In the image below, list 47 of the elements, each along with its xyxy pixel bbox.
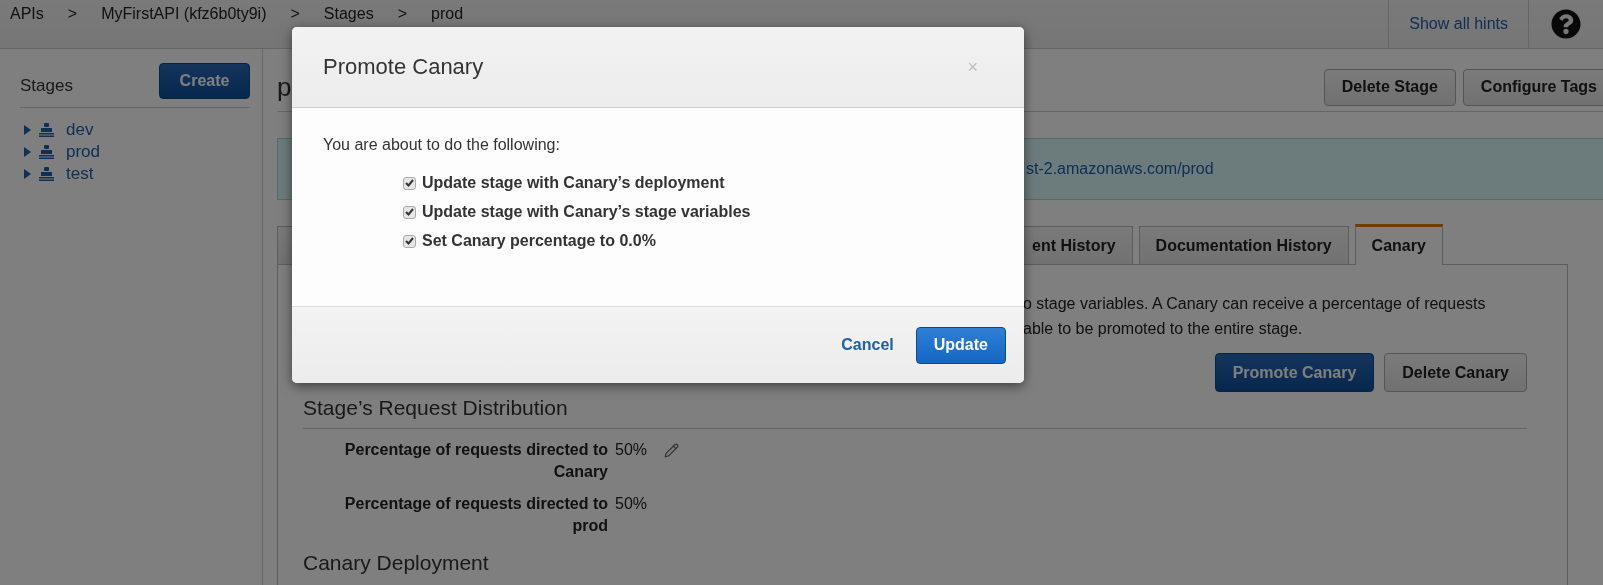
modal-title: Promote Canary	[323, 54, 484, 80]
checkbox-label: Update stage with Canary’s deployment	[422, 174, 725, 192]
toolbar-button[interactable]: Delete Stage	[1323, 68, 1456, 106]
expand-caret-icon[interactable]	[24, 169, 31, 179]
stage-link[interactable]: prod	[66, 142, 101, 162]
help-icon[interactable]	[1551, 9, 1581, 39]
action-button[interactable]: Delete Canary	[1384, 353, 1527, 392]
sidebar-title: Stages	[20, 75, 73, 96]
edit-pencil-icon[interactable]	[664, 443, 680, 458]
expand-caret-icon[interactable]	[24, 125, 31, 135]
stage-icon	[39, 145, 54, 159]
breadcrumb-item: >	[397, 5, 407, 23]
tab[interactable]: Documentation History	[1138, 226, 1349, 264]
breadcrumb-item: >	[67, 5, 78, 23]
breadcrumb-item[interactable]: prod	[431, 5, 464, 23]
field-label: Percentage of requests directed to Canary	[343, 440, 608, 482]
description-text: able to be promoted to the entire stage.	[1022, 319, 1304, 339]
create-button[interactable]: Create	[159, 63, 250, 99]
checkbox-label: Set Canary percentage to 0.0%	[422, 232, 656, 250]
tab[interactable]: Canary	[1354, 224, 1443, 265]
stage-link[interactable]: dev	[66, 120, 94, 140]
section-title: Stage’s Request Distribution	[303, 392, 1527, 429]
action-button[interactable]: Promote Canary	[1214, 353, 1375, 392]
checkbox[interactable]	[403, 176, 416, 190]
section-title: Canary Deployment	[303, 550, 490, 575]
invoke-url-link[interactable]: st-2.amazonaws.com/prod	[1026, 160, 1214, 178]
stage-icon	[39, 167, 54, 181]
checkbox-label: Update stage with Canary’s stage variables	[422, 203, 751, 221]
breadcrumb-item[interactable]: Stages	[323, 5, 374, 23]
modal-intro-text: You are about to do the following:	[323, 136, 561, 154]
checkbox[interactable]	[403, 234, 416, 248]
field-value: 50%	[615, 494, 648, 514]
page-title: p	[277, 71, 293, 103]
toolbar-button[interactable]: Configure Tags	[1462, 68, 1603, 106]
breadcrumb-item: >	[290, 5, 300, 23]
stage-icon	[39, 123, 54, 137]
stage-link[interactable]: test	[66, 164, 94, 184]
cancel-link[interactable]: Cancel	[841, 336, 894, 354]
breadcrumb-item[interactable]: APIs	[10, 5, 44, 23]
checkbox[interactable]	[403, 205, 416, 219]
expand-caret-icon[interactable]	[24, 147, 31, 157]
description-text: o stage variables. A Canary can receive a percentage of requests	[1022, 294, 1487, 314]
field-label: Percentage of requests directed to prod	[343, 494, 608, 536]
show-hints-link[interactable]: Show all hints	[1388, 0, 1529, 48]
breadcrumb-item[interactable]: MyFirstAPI (kfz6b0ty9i)	[101, 5, 267, 23]
field-value: 50%	[615, 440, 648, 460]
update-button[interactable]: Update	[915, 326, 1006, 364]
